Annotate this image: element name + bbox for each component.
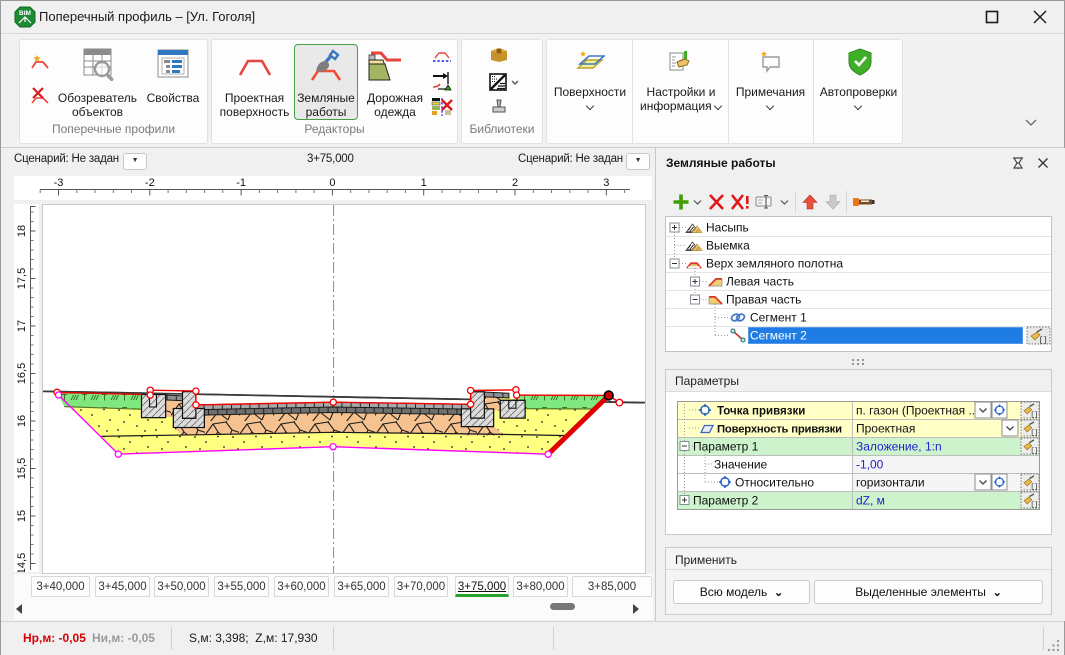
svg-text:Левая часть: Левая часть xyxy=(726,275,794,289)
svg-text:15,5: 15,5 xyxy=(16,458,28,479)
svg-text:Насыпь: Насыпь xyxy=(706,221,749,235)
svg-text:Точка привязки: Точка привязки xyxy=(717,406,805,418)
svg-text:Относительно: Относительно xyxy=(735,476,814,490)
svg-text:16,5: 16,5 xyxy=(16,363,28,384)
svg-text:-1,00: -1,00 xyxy=(856,458,884,472)
svg-text:3: 3 xyxy=(603,177,609,189)
svg-text:Параметр 1: Параметр 1 xyxy=(693,440,759,454)
svg-text:17,5: 17,5 xyxy=(16,268,28,289)
svg-text:2: 2 xyxy=(512,177,518,189)
svg-text:[]: [] xyxy=(1039,337,1047,345)
svg-text:п. газон (Проектная ...: п. газон (Проектная ... xyxy=(856,404,978,418)
svg-text:18: 18 xyxy=(16,225,28,237)
svg-text:Заложение, 1:n: Заложение, 1:n xyxy=(856,440,942,454)
svg-text:dZ, м: dZ, м xyxy=(856,494,885,508)
svg-text:Проектная: Проектная xyxy=(856,422,915,436)
svg-text:горизонтали: горизонтали xyxy=(856,476,925,490)
svg-text:Сегмент 2: Сегмент 2 xyxy=(750,329,807,343)
svg-text:0: 0 xyxy=(329,177,335,189)
svg-text:16: 16 xyxy=(16,415,28,427)
svg-text:Выемка: Выемка xyxy=(706,239,750,253)
svg-text:Верх земляного полотна: Верх земляного полотна xyxy=(706,257,843,271)
svg-text:-1: -1 xyxy=(236,177,246,189)
svg-text:Поверхность привязки: Поверхность привязки xyxy=(717,424,842,436)
svg-text:14,5: 14,5 xyxy=(16,553,28,572)
svg-text:Сегмент 1: Сегмент 1 xyxy=(750,311,807,325)
svg-text:17: 17 xyxy=(16,320,28,332)
svg-text:-2: -2 xyxy=(145,177,155,189)
svg-text:15: 15 xyxy=(16,510,28,522)
svg-text:Значение: Значение xyxy=(714,458,768,472)
svg-text:Параметр 2: Параметр 2 xyxy=(693,494,759,508)
svg-text:-3: -3 xyxy=(54,177,64,189)
svg-text:Правая часть: Правая часть xyxy=(726,293,801,307)
svg-text:BIM: BIM xyxy=(19,10,31,17)
svg-text:1: 1 xyxy=(421,177,427,189)
